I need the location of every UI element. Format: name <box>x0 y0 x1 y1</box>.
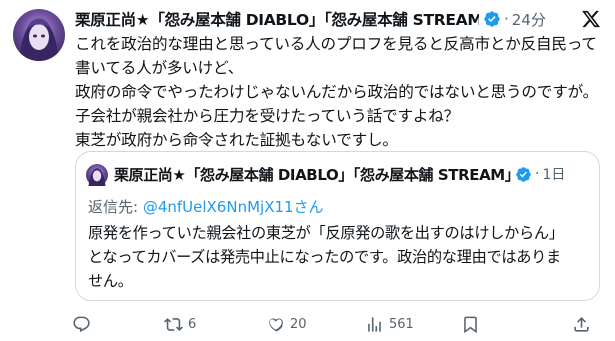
bookmark-button[interactable] <box>461 315 480 334</box>
reply-prefix: 返信先: <box>88 198 143 216</box>
avatar[interactable] <box>13 9 65 61</box>
verified-badge-icon <box>484 11 500 27</box>
separator-dot: · <box>535 166 540 182</box>
tweet-time[interactable]: 24分 <box>512 9 546 30</box>
share-button[interactable] <box>572 315 591 334</box>
quoted-body-line: となってカバーズは発売中止になったのです。政治的な理由ではありま <box>88 248 561 266</box>
quoted-body: 原発を作っていた親会社の東芝が「反原発の歌を出すのはけしからん」 となってカバー… <box>88 221 593 293</box>
reply-icon <box>73 316 90 332</box>
views-icon <box>368 316 381 332</box>
quoted-header: 栗原正尚★「怨み屋本舗 DIABLO」「怨み屋本舗 STREAM」… · 1日 <box>114 163 594 185</box>
quoted-avatar <box>86 164 108 186</box>
separator-dot: · <box>504 10 509 28</box>
repost-button[interactable]: 6 <box>164 315 196 334</box>
quoted-display-name: 栗原正尚★「怨み屋本舗 DIABLO」「怨み屋本舗 STREAM」… <box>114 165 512 184</box>
quoted-time: 1日 <box>542 167 566 183</box>
like-icon <box>269 317 283 332</box>
repost-count: 6 <box>188 316 197 332</box>
reply-button[interactable] <box>72 315 91 334</box>
action-bar: 6 20 561 <box>72 312 607 336</box>
quoted-body-line: 原発を作っていた親会社の東芝が「反原発の歌を出すのはけしからん」 <box>88 224 564 242</box>
reply-to: 返信先: @4nfUelX6NnMjX11さん <box>88 196 324 217</box>
verified-badge-icon <box>516 166 531 182</box>
views-button[interactable]: 561 <box>365 315 414 334</box>
quoted-tweet[interactable]: 栗原正尚★「怨み屋本舗 DIABLO」「怨み屋本舗 STREAM」… · 1日 … <box>75 151 600 301</box>
like-count: 20 <box>290 316 307 332</box>
tweet-body-line: 書いてる人が多いけど、 <box>75 59 244 77</box>
share-icon <box>574 316 589 332</box>
quoted-body-line: せん。 <box>88 272 133 290</box>
tweet-body: これを政治的な理由と思っている人のプロフを見ると反高市とか反自民って 書いてる人… <box>75 32 607 152</box>
views-count: 561 <box>389 316 414 332</box>
tweet-body-line: 東芝が政府から命令された証拠もないですし。 <box>75 131 398 149</box>
tweet-body-line: これを政治的な理由と思っている人のプロフを見ると反高市とか反自民って <box>75 35 597 53</box>
repost-icon <box>164 317 183 331</box>
tweet-body-line: 子会社が親会社から圧力を受けたっていう話ですよね？ <box>75 107 460 125</box>
like-button[interactable]: 20 <box>266 315 307 334</box>
author-display-name[interactable]: 栗原正尚★「怨み屋本舗 DIABLO」「怨み屋本舗 STREAM」「… <box>75 8 479 30</box>
reply-handle-link[interactable]: @4nfUelX6NnMjX11さん <box>143 198 324 216</box>
bookmark-icon <box>464 316 477 333</box>
x-logo-icon[interactable] <box>581 9 601 29</box>
tweet-body-line: 政府の命令でやったわけじゃないんだから政治的ではないと思うのですが。 <box>75 83 599 101</box>
tweet-header: 栗原正尚★「怨み屋本舗 DIABLO」「怨み屋本舗 STREAM」「… · 24… <box>75 8 605 30</box>
